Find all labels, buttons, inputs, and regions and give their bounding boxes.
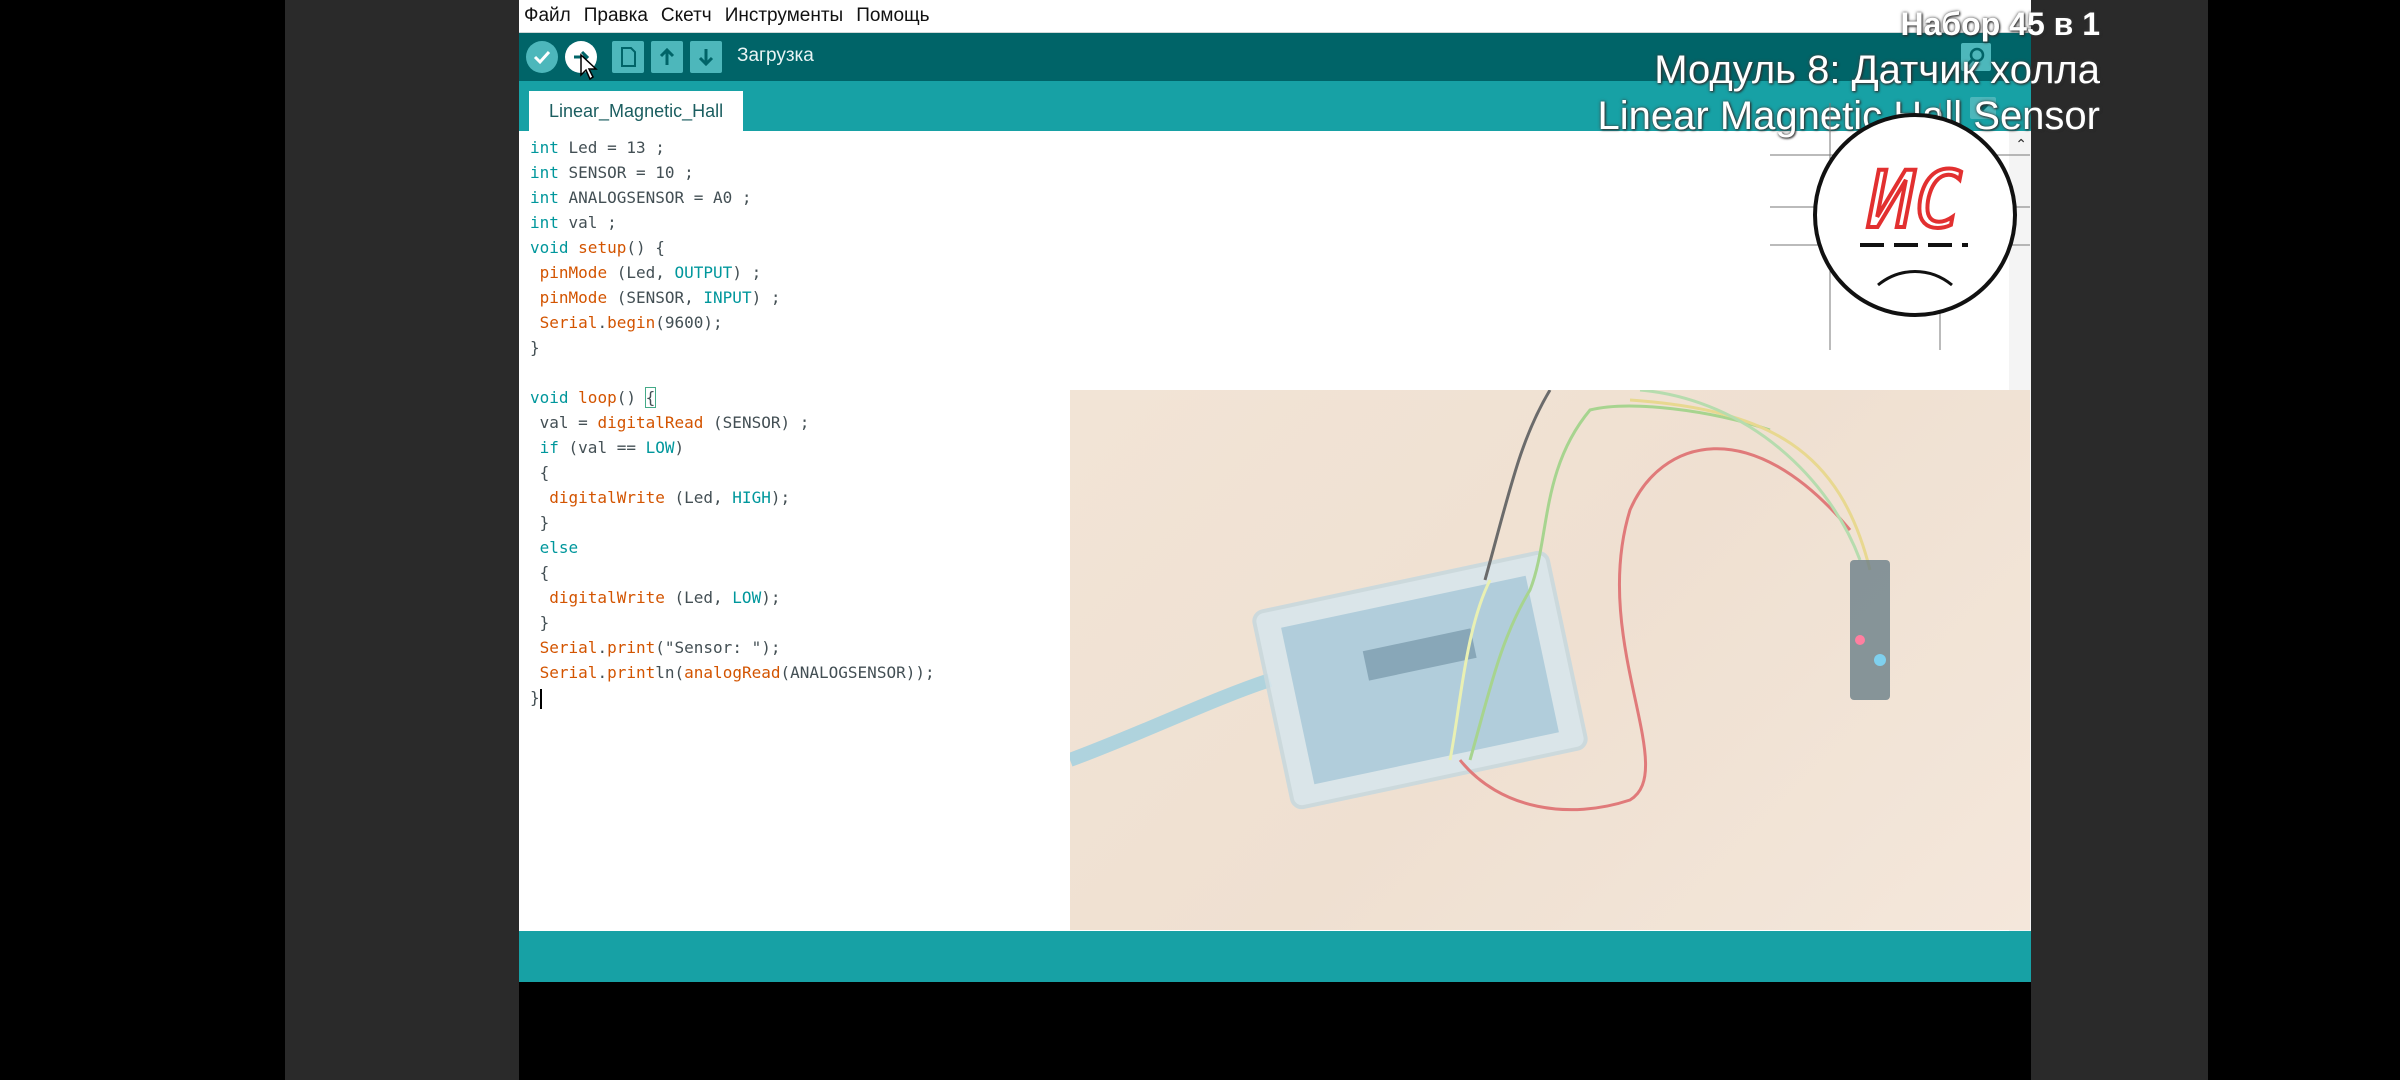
toolbar-status-label: Загрузка <box>737 45 814 66</box>
code-line: int Led = 13 ; <box>530 138 665 157</box>
menu-tools[interactable]: Инструменты <box>720 5 843 27</box>
mouse-cursor-icon <box>580 53 598 81</box>
save-sketch-button[interactable] <box>690 41 722 73</box>
code-line: int val ; <box>530 213 617 232</box>
video-inset-photo <box>1070 390 2030 930</box>
code-line: digitalWrite (Led, LOW); <box>549 588 781 607</box>
arrow-down-icon <box>698 49 714 67</box>
code-line: Serial.println(analogRead(ANALOGSENSOR))… <box>539 663 935 682</box>
letterbox-left <box>0 0 285 1080</box>
code-line: { <box>530 463 550 482</box>
code-line: if (val == LOW) <box>539 438 685 457</box>
code-line: pinMode (Led, OUTPUT) ; <box>539 263 762 282</box>
menu-sketch[interactable]: Скетч <box>656 5 712 27</box>
code-line: pinMode (SENSOR, INPUT) ; <box>539 288 781 307</box>
code-line: int ANALOGSENSOR = A0 ; <box>530 188 752 207</box>
arduino-board-photo <box>1070 390 1890 812</box>
checkmark-icon <box>533 50 551 65</box>
code-line: digitalWrite (Led, HIGH); <box>549 488 791 507</box>
menu-file[interactable]: Файл <box>519 5 571 27</box>
code-line: Serial.print("Sensor: "); <box>539 638 781 657</box>
code-line: } <box>530 613 550 632</box>
verify-button[interactable] <box>526 41 558 73</box>
menu-help[interactable]: Помощь <box>851 5 929 27</box>
video-pillar-right <box>2031 0 2208 1080</box>
code-line: } <box>530 338 540 357</box>
menu-bar: Файл Правка Скетч Инструменты Помощь <box>519 0 2031 33</box>
code-line: } <box>530 513 550 532</box>
letterbox-right <box>2208 0 2400 1080</box>
tab-sketch[interactable]: Linear_Magnetic_Hall <box>529 91 744 131</box>
new-sketch-button[interactable] <box>612 41 644 73</box>
text-cursor <box>539 688 542 709</box>
video-pillar-left <box>285 0 519 1080</box>
logo-text: ИС <box>1867 156 1962 246</box>
code-line: val = digitalRead (SENSOR) ; <box>530 413 810 432</box>
console-bar <box>519 931 2031 982</box>
code-line: void loop() { <box>530 387 657 408</box>
code-line: int SENSOR = 10 ; <box>530 163 694 182</box>
code-line: } <box>530 688 542 709</box>
arrow-up-icon <box>659 47 675 65</box>
new-file-icon <box>621 47 636 67</box>
code-line: else <box>539 538 579 557</box>
menu-edit[interactable]: Правка <box>579 5 648 27</box>
channel-logo: ИС <box>1770 95 2030 355</box>
open-sketch-button[interactable] <box>651 41 683 73</box>
code-line: Serial.begin(9600); <box>539 313 723 332</box>
overlay-module-title: Модуль 8: Датчик холла <box>1654 48 2100 92</box>
code-line: void setup() { <box>530 238 665 257</box>
overlay-kit-title: Набор 45 в 1 <box>1900 6 2101 42</box>
code-text[interactable]: int Led = 13 ; int SENSOR = 10 ; int ANA… <box>530 135 935 710</box>
code-line: { <box>530 563 550 582</box>
